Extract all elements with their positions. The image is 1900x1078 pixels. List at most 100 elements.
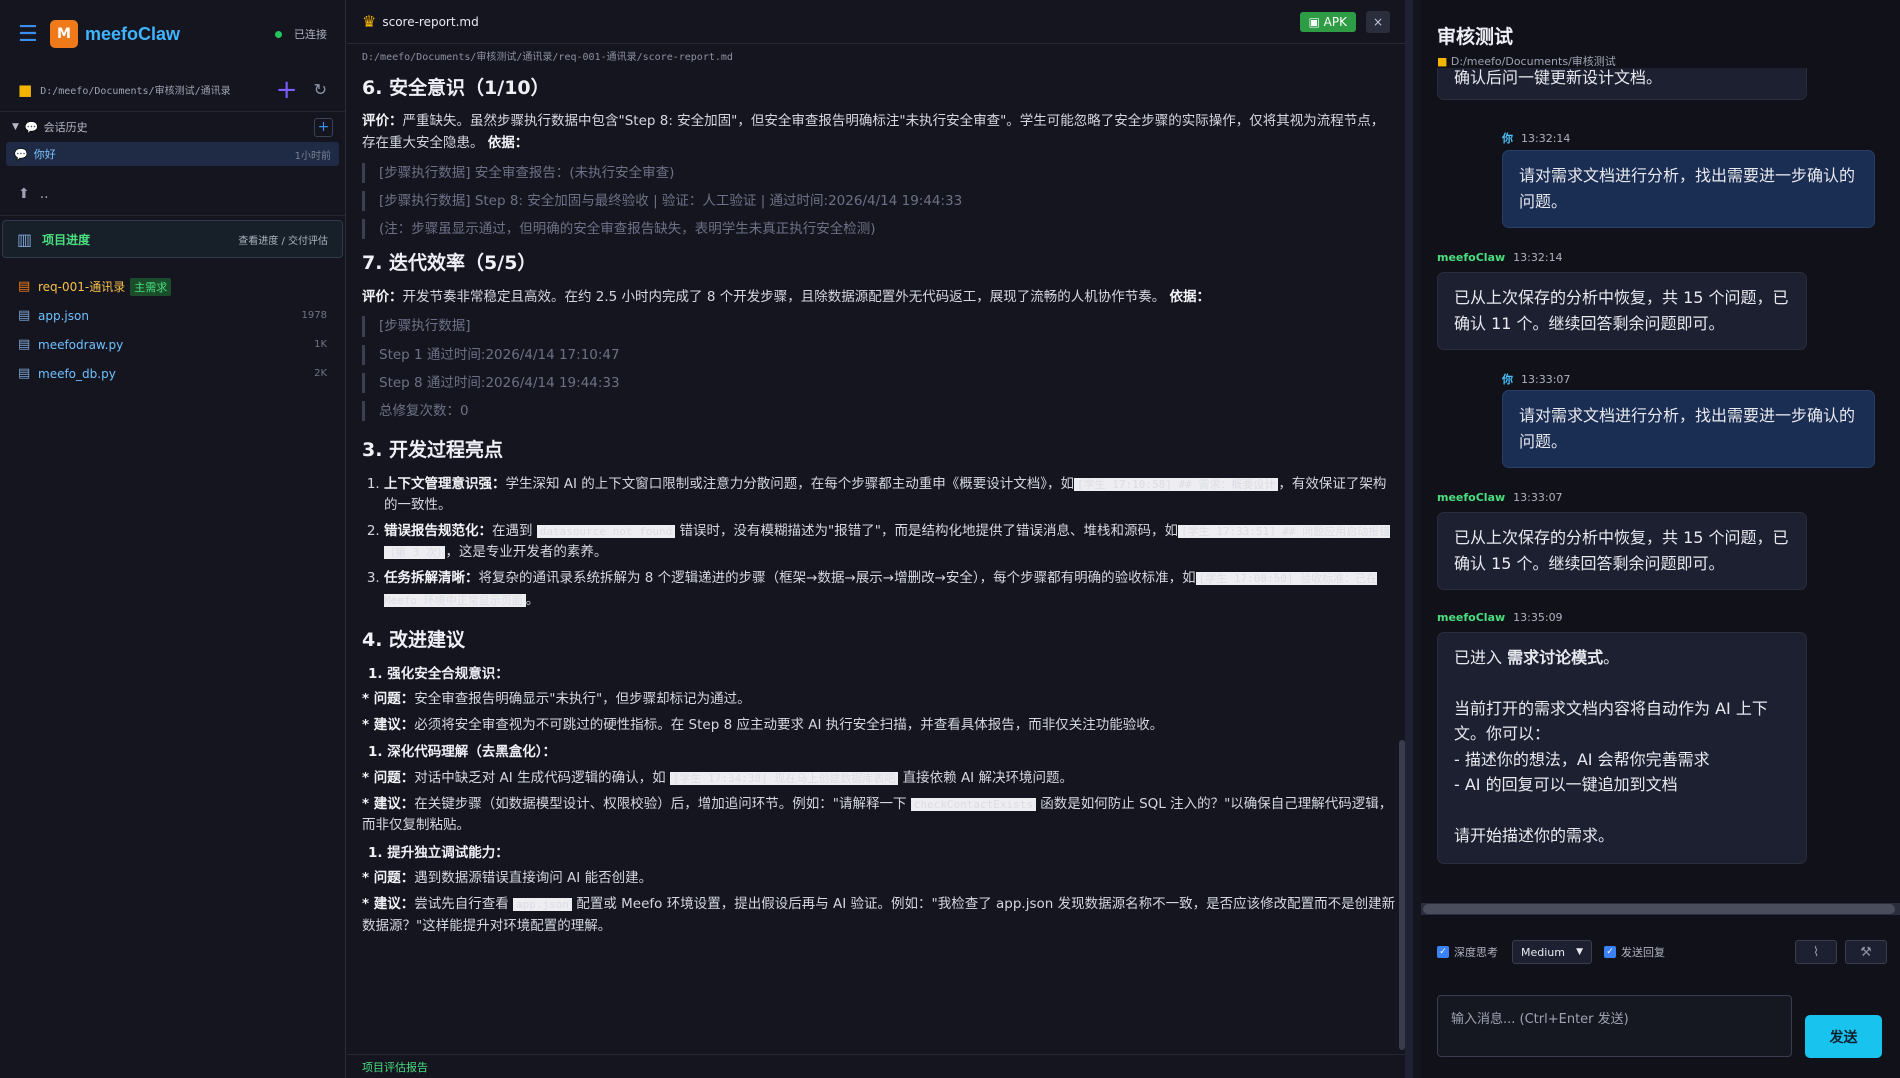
message-input[interactable]: 输入消息... (Ctrl+Enter 发送) [1437,995,1792,1057]
chart-icon: ▥ [17,229,33,249]
timestamp: 13:35:09 [1513,611,1563,624]
bold-label: * 建议： [362,716,415,733]
file-icon: ▤ [18,337,31,352]
text: 必须将安全审查视为不可跳过的硬性指标。在 Step 8 应主动要求 AI 执行安… [414,716,1164,733]
text: 学生深知 AI 的上下文窗口限制或注意力分散问题，在每个步骤都主动重申《概要设计… [505,475,1075,492]
new-session-button[interactable]: + [276,77,298,103]
level-select[interactable]: Medium ▼ [1512,940,1592,964]
connection-status: 已连接 [275,26,327,42]
file-size: 1K [314,339,327,350]
message-text: 请对需求文档进行分析，找出需要进一步确认的问题。 [1519,166,1856,212]
send-reply-label: 发送回复 [1621,946,1665,959]
attach-button[interactable]: ⌇ [1795,940,1837,964]
editor-tab[interactable]: score-report.md [382,15,478,29]
section-heading: 4. 改进建议 [362,629,466,652]
scroll-thumb[interactable] [1423,904,1895,914]
blockquote: [步骤执行数据] Step 8: 安全加固与最终验收 | 验证：人工验证 | 通… [362,190,1397,212]
level-value: Medium [1521,945,1565,959]
blockquote: (注：步骤虽显示通过，但明确的安全审查报告缺失，表明学生未真正执行安全检测) [362,219,1397,240]
text: 。 [1603,648,1620,667]
file-item[interactable]: ▤ app.json 1978 [0,301,345,330]
text: 错误时，没有模糊描述为"报错了"，而是结构化地提供了错误消息、堆栈和源码，如 [679,522,1178,539]
file-item[interactable]: ▤ meefodraw.py 1K [0,330,345,359]
up-label: .. [39,185,49,202]
bold-label: 依据： [1169,288,1211,305]
text: 对话中缺乏对 AI 生成代码逻辑的确认，如 [414,770,666,787]
blockquote: 总修复次数：0 [362,401,1397,422]
bold-label: 评价： [362,113,403,130]
sender: meefoClaw [1437,611,1506,624]
chat-scrollbar[interactable] [1421,903,1900,915]
sender: 你 [1502,373,1513,386]
file-list: ▤ req-001-通讯录 主需求 ▤ app.json 1978 ▤ meefodraw… [0,262,345,388]
markdown-content: 6. 安全意识（1/10） 评价：严重缺失。虽然步骤执行数据中包含"Step 8… [362,64,1397,1054]
blockquote: [步骤执行数据] [362,316,1397,337]
chat-path: ■ D:/meefo/Documents/审核测试 [1437,53,1884,69]
main-badge: 主需求 [130,277,172,296]
ai-message: 确认后问一键更新设计文档。 [1437,68,1807,100]
file-item[interactable]: ▤ req-001-通讯录 主需求 [0,272,345,301]
timestamp: 13:32:14 [1513,251,1563,264]
bold-label: * 问题： [362,691,415,708]
refresh-icon[interactable]: ↻ [314,80,327,99]
section-heading: 3. 开发过程亮点 [362,439,504,462]
timestamp: 13:33:07 [1513,491,1563,504]
bold-label: 依据： [487,134,529,151]
parent-directory[interactable]: ⬆.. [0,172,345,216]
bullet: * 建议：在关键步骤（如数据模型设计、权限校验）后，增加追问环节。例如："请解释… [362,794,1397,837]
bold-label: 错误报告规范化： [384,522,492,539]
tool-button[interactable]: ⚒ [1845,940,1887,964]
list-item: 任务拆解清晰：将复杂的通讯录系统拆解为 8 个逻辑递进的步骤（框架→数据→展示→… [384,568,1397,611]
collapse-icon[interactable]: ▼ [12,122,19,132]
message-line: 当前打开的需求文档内容将自动作为 AI 上下文。你可以： [1454,698,1768,744]
chat-pane: 审核测试 ■ D:/meefo/Documents/审核测试 确认后问一键更新设… [1421,0,1900,1078]
ai-message: 已进入 需求讨论模式。 当前打开的需求文档内容将自动作为 AI 上下文。你可以：… [1437,632,1807,864]
timestamp: 13:32:14 [1521,132,1571,145]
deep-think-checkbox[interactable]: ✓ [1437,946,1449,958]
file-item[interactable]: ▤ meefo_db.py 2K [0,359,345,388]
status-dot-icon [275,30,282,38]
folder-icon: ■ [18,80,33,99]
text: 开发节奏非常稳定且高效。在约 2.5 小时内完成了 8 个开发步骤，且除数据源配… [402,288,1166,305]
blockquote: [步骤执行数据] 安全审查报告：(未执行安全审查) [362,162,1397,183]
bold-label: * 问题： [362,770,415,787]
hammer-icon: ⚒ [1860,944,1872,960]
session-item[interactable]: 💬 你好 1小时前 [6,142,339,166]
history-header[interactable]: ▼ 💬 会话历史 + [0,112,345,142]
progress-link[interactable]: 查看进度 / 交付评估 [238,232,328,247]
bold-label: 上下文管理意识强： [384,475,506,492]
menu-icon[interactable]: ☰ [18,22,42,47]
message-meta: 你 13:33:07 [1502,371,1570,387]
file-name: meefodraw.py [38,337,124,352]
highlight-list: 上下文管理意识强：学生深知 AI 的上下文窗口限制或注意力分散问题，在每个步骤都… [362,474,1397,612]
message-meta: meefoClaw 13:32:14 [1437,251,1563,264]
chat-icon: 💬 [24,120,39,134]
user-message: 请对需求文档进行分析，找出需要进一步确认的问题。 [1502,150,1875,228]
file-icon: ▤ [18,308,31,323]
file-path: D:/meefo/Documents/审核测试/通讯录/req-001-通讯录/… [362,52,733,63]
editor-scrollbar[interactable] [1399,740,1405,1050]
send-button[interactable]: 发送 [1805,1015,1882,1058]
send-reply-checkbox[interactable]: ✓ [1604,946,1616,958]
bold-label: 评价： [362,288,403,305]
input-placeholder: 输入消息... (Ctrl+Enter 发送) [1451,1012,1629,1027]
message-meta: meefoClaw 13:33:07 [1437,491,1563,504]
sender: meefoClaw [1437,251,1506,264]
connection-label: 已连接 [294,28,327,41]
list-item: 上下文管理意识强：学生深知 AI 的上下文窗口限制或注意力分散问题，在每个步骤都… [384,474,1397,517]
inline-code: checkContactExists [910,797,1036,811]
suggestion-heading: 1. 强化安全合规意识： [368,665,509,682]
apk-button[interactable]: ▣ APK [1299,11,1356,32]
status-bar: 项目评估报告 [347,1054,1405,1078]
project-progress[interactable]: ▥ 项目进度 查看进度 / 交付评估 [2,220,343,258]
chat-title: 审核测试 [1437,26,1514,48]
timestamp: 13:33:07 [1521,373,1571,386]
message-line: - 描述你的想法，AI 会帮你完善需求 [1454,749,1710,769]
add-history-button[interactable]: + [314,117,333,137]
section-heading: 7. 迭代效率（5/5） [362,252,537,275]
bullet: * 问题：遇到数据源错误直接询问 AI 能否创建。 [362,868,1397,890]
message-text: 已从上次保存的分析中恢复，共 15 个问题，已确认 11 个。继续回答剩余问题即… [1454,288,1789,334]
close-button[interactable]: × [1366,10,1390,33]
paragraph: 评价：严重缺失。虽然步骤执行数据中包含"Step 8: 安全加固"，但安全审查报… [362,111,1397,154]
message-meta: meefoClaw 13:35:09 [1437,611,1563,624]
